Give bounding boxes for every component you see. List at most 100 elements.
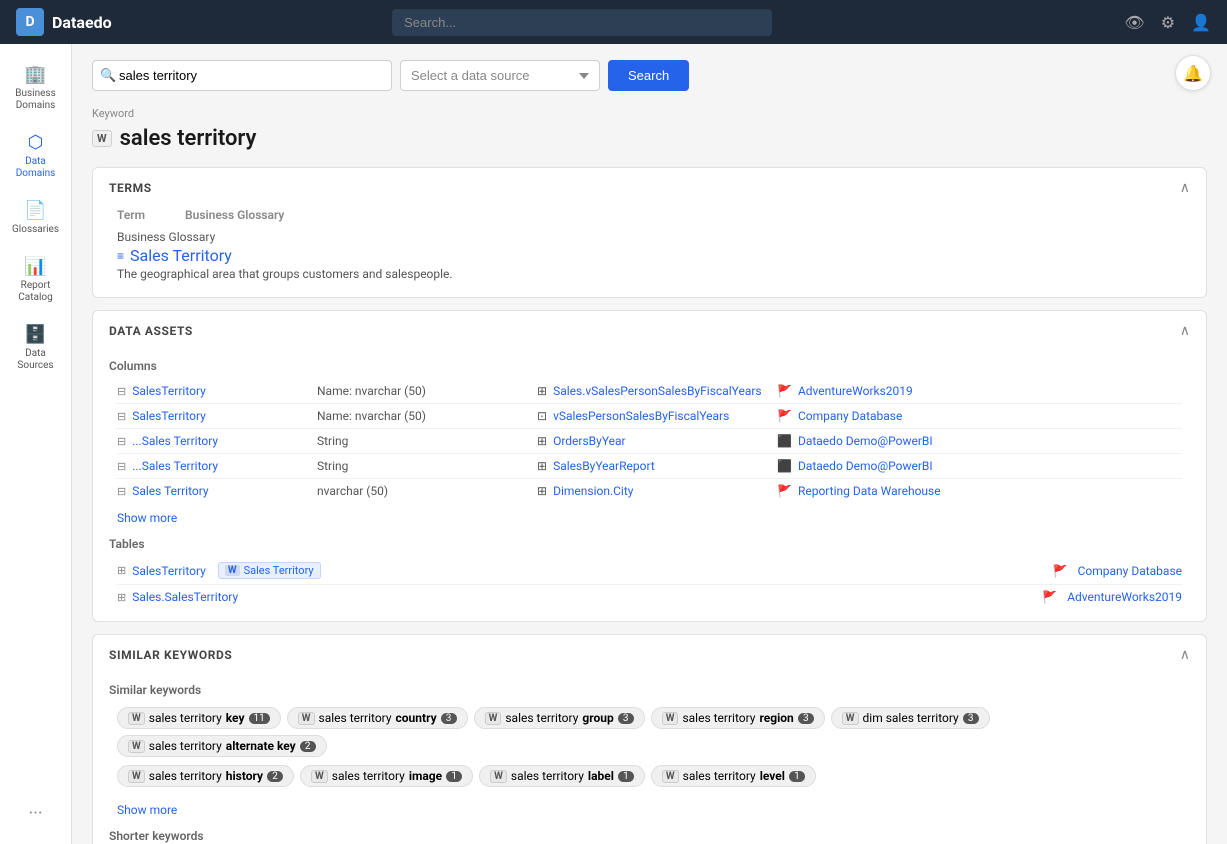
column-table-4[interactable]: Dimension.City [553, 484, 633, 498]
data-assets-chevron-icon: ∧ [1180, 323, 1190, 339]
terms-chevron-icon: ∧ [1180, 180, 1190, 196]
term-business-glossary: Business Glossary [117, 230, 1182, 244]
chip-region[interactable]: W sales territory region 3 [651, 707, 825, 729]
search-bar: 🔍 Select a data source Search [92, 60, 1207, 91]
sidebar-item-business-domains-label: Business Domains [8, 88, 64, 112]
search-button[interactable]: Search [608, 60, 689, 91]
table-icon-1: ⊡ [537, 409, 547, 423]
terms-section-body: Term Business Glossary Business Glossary… [93, 208, 1206, 297]
column-detail-1: Name: nvarchar (50) [317, 409, 537, 423]
terms-section: TERMS ∧ Term Business Glossary Business … [92, 167, 1207, 298]
global-search-wrap [392, 9, 772, 36]
chip-image[interactable]: W sales territory image 1 [300, 765, 473, 787]
table-icon-0: ⊞ [537, 384, 547, 398]
topnav-icons: 👁 ⚙ 👤 [1124, 13, 1211, 32]
eye-icon[interactable]: 👁 [1124, 13, 1144, 32]
term-description: The geographical area that groups custom… [117, 267, 1182, 281]
column-table-2[interactable]: OrdersByYear [553, 434, 626, 448]
terms-section-header[interactable]: TERMS ∧ [93, 168, 1206, 208]
term-col-header-glossary: Business Glossary [185, 208, 284, 222]
table-grid-icon-1: ⊞ [117, 591, 126, 604]
column-name-0[interactable]: SalesTerritory [132, 384, 206, 398]
data-assets-section-body: Columns ⊟SalesTerritory Name: nvarchar (… [93, 359, 1206, 621]
column-table-3[interactable]: SalesByYearReport [553, 459, 655, 473]
data-sources-icon: 🗄️ [24, 324, 46, 345]
sidebar-more-button[interactable]: ··· [20, 795, 50, 832]
keyword-title-text: sales territory [120, 126, 257, 151]
column-icon-1: ⊟ [117, 410, 126, 423]
source-icon-0: 🚩 [777, 384, 792, 398]
show-more-similar[interactable]: Show more [109, 799, 185, 821]
column-source-1[interactable]: Company Database [798, 409, 902, 423]
chip-group[interactable]: W sales territory group 3 [474, 707, 645, 729]
table-source-1[interactable]: AdventureWorks2019 [1067, 590, 1182, 604]
table-name-0[interactable]: SalesTerritory [132, 564, 206, 578]
sidebar-item-glossaries-label: Glossaries [12, 224, 59, 236]
chip-w-icon-7: W [128, 770, 145, 783]
notification-bell-button[interactable]: 🔔 [1175, 55, 1211, 91]
column-row-0: ⊟SalesTerritory Name: nvarchar (50) ⊞Sal… [109, 379, 1190, 403]
column-row-2: ⊟...Sales Territory String ⊞OrdersByYear… [109, 429, 1190, 453]
similar-keywords-header[interactable]: SIMILAR KEYWORDS ∧ [93, 635, 1206, 675]
global-search-input[interactable] [392, 9, 772, 36]
chip-w-icon-3: W [485, 712, 502, 725]
chip-w-icon-6: W [128, 740, 145, 753]
similar-keywords-chips: W sales territory key 11 W sales territo… [109, 703, 1190, 765]
column-name-2[interactable]: ...Sales Territory [132, 434, 218, 448]
column-source-0[interactable]: AdventureWorks2019 [798, 384, 913, 398]
term-row: Business Glossary ≡ Sales Territory The … [109, 226, 1190, 285]
chip-label[interactable]: W sales territory label 1 [479, 765, 645, 787]
column-source-4[interactable]: Reporting Data Warehouse [798, 484, 941, 498]
gear-icon[interactable]: ⚙ [1161, 13, 1175, 32]
term-link[interactable]: Sales Territory [130, 246, 232, 265]
column-source-2[interactable]: Dataedo Demo@PowerBI [798, 434, 933, 448]
topnav: D Dataedo 👁 ⚙ 👤 [0, 0, 1227, 44]
logo[interactable]: D Dataedo [16, 8, 216, 36]
chip-country[interactable]: W sales territory country 3 [287, 707, 468, 729]
chip-dim[interactable]: W dim sales territory 3 [831, 707, 990, 729]
chip-history[interactable]: W sales territory history 2 [117, 765, 294, 787]
table-name-1[interactable]: Sales.SalesTerritory [132, 590, 238, 604]
table-icon-3: ⊞ [537, 459, 547, 473]
sidebar-item-glossaries[interactable]: 📄 Glossaries [4, 192, 68, 244]
column-detail-2: String [317, 434, 537, 448]
sidebar-item-report-catalog-label: Report Catalog [8, 280, 64, 304]
user-icon[interactable]: 👤 [1191, 13, 1211, 32]
sidebar-item-data-domains[interactable]: ⬡ Data Domains [4, 124, 68, 188]
datasource-select[interactable]: Select a data source [400, 60, 600, 91]
similar-keywords-body: Similar keywords W sales territory key 1… [93, 683, 1206, 844]
chip-w-icon-9: W [490, 770, 507, 783]
terms-section-title: TERMS [109, 181, 152, 195]
column-name-1[interactable]: SalesTerritory [132, 409, 206, 423]
source-icon-2: ⬛ [777, 434, 792, 448]
column-table-0[interactable]: Sales.vSalesPersonSalesByFiscalYears [553, 384, 762, 398]
column-table-1[interactable]: vSalesPersonSalesByFiscalYears [553, 409, 729, 423]
chip-key[interactable]: W sales territory key 11 [117, 707, 281, 729]
column-detail-4: nvarchar (50) [317, 484, 537, 498]
data-assets-section: DATA ASSETS ∧ Columns ⊟SalesTerritory Na… [92, 310, 1207, 622]
tables-label: Tables [109, 537, 1190, 551]
show-more-columns[interactable]: Show more [109, 507, 185, 529]
table-source-0[interactable]: Company Database [1078, 564, 1182, 578]
sidebar-item-business-domains[interactable]: 🏢 Business Domains [4, 56, 68, 120]
column-name-3[interactable]: ...Sales Territory [132, 459, 218, 473]
column-source-3[interactable]: Dataedo Demo@PowerBI [798, 459, 933, 473]
search-icon: 🔍 [100, 68, 116, 83]
columns-label: Columns [109, 359, 1190, 373]
tag-w-icon: W [225, 565, 240, 576]
table-icon-4: ⊞ [537, 484, 547, 498]
table-source-icon-1: 🚩 [1042, 590, 1057, 604]
chip-level[interactable]: W sales territory level 1 [651, 765, 816, 787]
column-row-4: ⊟Sales Territory nvarchar (50) ⊞Dimensio… [109, 479, 1190, 503]
column-row-3: ⊟...Sales Territory String ⊞SalesByYearR… [109, 454, 1190, 478]
column-name-4[interactable]: Sales Territory [132, 484, 208, 498]
bell-wrap: 🔔 [1175, 55, 1211, 91]
chip-w-icon-5: W [842, 712, 859, 725]
table-row-1: ⊞ Sales.SalesTerritory 🚩 AdventureWorks2… [109, 585, 1190, 609]
search-input[interactable] [92, 60, 392, 91]
search-input-wrap: 🔍 [92, 60, 392, 91]
sidebar-item-report-catalog[interactable]: 📊 Report Catalog [4, 248, 68, 312]
chip-alternate-key[interactable]: W sales territory alternate key 2 [117, 735, 327, 757]
data-assets-section-header[interactable]: DATA ASSETS ∧ [93, 311, 1206, 351]
sidebar-item-data-sources[interactable]: 🗄️ Data Sources [4, 316, 68, 380]
